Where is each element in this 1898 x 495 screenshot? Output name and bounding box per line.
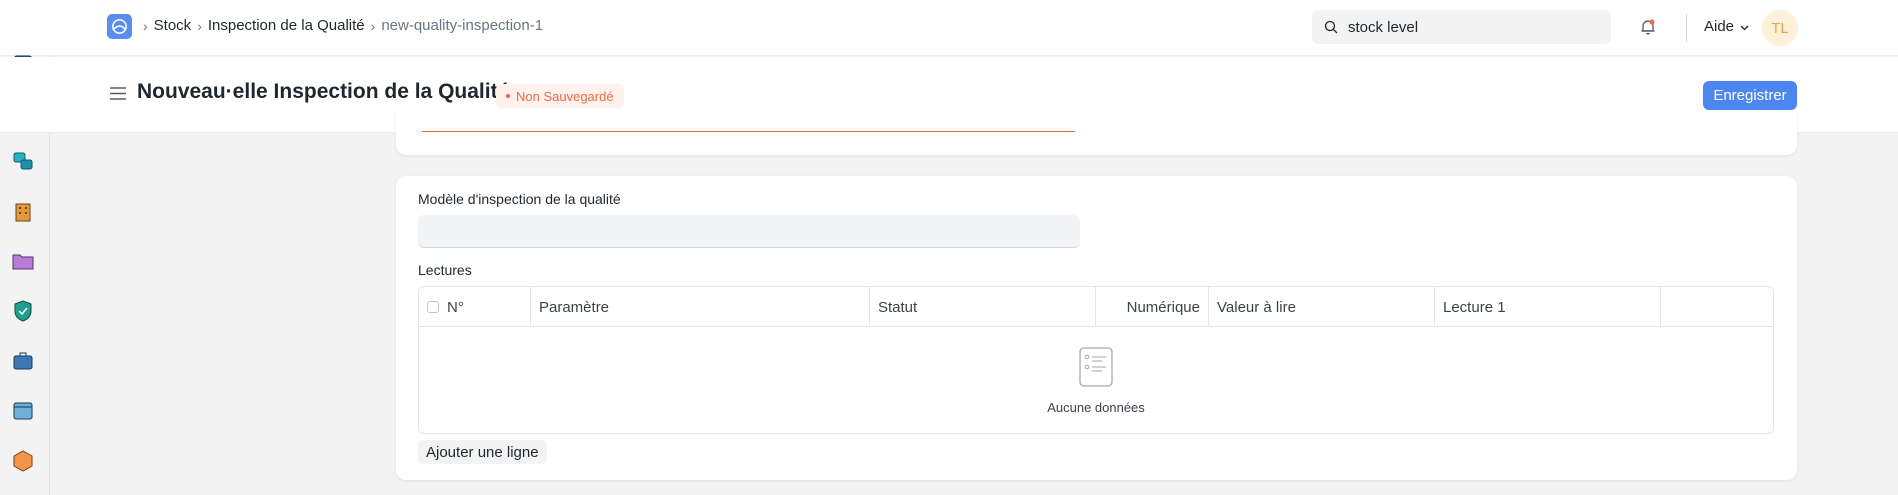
help-label: Aide <box>1704 18 1735 35</box>
briefcase-icon[interactable] <box>12 350 34 372</box>
empty-state: Aucune données <box>419 327 1773 433</box>
building-icon[interactable] <box>12 200 34 222</box>
empty-text: Aucune données <box>1047 400 1145 415</box>
search-icon <box>1324 20 1338 39</box>
save-button[interactable]: Enregistrer <box>1703 81 1797 110</box>
template-input[interactable] <box>418 215 1080 248</box>
shield-icon[interactable] <box>12 300 34 322</box>
breadcrumb: › Stock › Inspection de la Qualité › new… <box>143 17 543 34</box>
page-title: Nouveau·elle Inspection de la Qualité <box>137 80 510 103</box>
col-reading-1: Lecture 1 <box>1435 287 1661 327</box>
shapes-icon[interactable] <box>12 150 34 172</box>
breadcrumb-stock[interactable]: Stock <box>154 17 192 34</box>
app-logo-icon[interactable] <box>107 14 132 39</box>
status-text: Non Sauvegardé <box>516 88 614 104</box>
col-status: Statut <box>870 287 1096 327</box>
notification-bell-icon[interactable] <box>1640 18 1656 41</box>
readings-label: Lectures <box>418 262 472 278</box>
chevron-right-icon: › <box>197 17 202 34</box>
navbar: › Stock › Inspection de la Qualité › new… <box>0 0 1898 56</box>
error-underline <box>422 131 1075 132</box>
chevron-right-icon: › <box>143 17 148 34</box>
breadcrumb-quality-inspection[interactable]: Inspection de la Qualité <box>208 17 365 34</box>
chevron-down-icon <box>1740 18 1749 35</box>
breadcrumb-current: new-quality-inspection-1 <box>381 17 544 34</box>
readings-table: N° Paramètre Statut Numérique Valeur à l… <box>418 286 1774 434</box>
col-actions <box>1661 287 1773 327</box>
help-dropdown[interactable]: Aide <box>1704 18 1749 35</box>
previous-section-card <box>396 110 1797 155</box>
select-all-checkbox[interactable] <box>427 301 439 313</box>
chevron-right-icon: › <box>370 17 376 34</box>
window-icon[interactable] <box>12 400 34 422</box>
search-input[interactable] <box>1348 18 1598 36</box>
search-bar[interactable] <box>1312 10 1611 44</box>
col-number: N° <box>419 287 531 327</box>
add-row-button[interactable]: Ajouter une ligne <box>418 440 547 464</box>
status-dot-icon <box>506 94 510 98</box>
avatar[interactable]: TL <box>1762 10 1798 46</box>
hamburger-menu-icon[interactable] <box>110 87 126 105</box>
col-number-label: N° <box>447 298 464 316</box>
col-numeric: Numérique <box>1096 287 1209 327</box>
status-badge: Non Sauvegardé <box>496 84 624 108</box>
hexagon-icon[interactable] <box>12 450 34 472</box>
folder-icon[interactable] <box>12 250 34 272</box>
navbar-divider <box>1686 14 1687 42</box>
template-label: Modèle d'inspection de la qualité <box>418 191 621 207</box>
readings-section-card: Modèle d'inspection de la qualité Lectur… <box>396 176 1797 480</box>
col-parameter: Paramètre <box>531 287 870 327</box>
col-reading-value: Valeur à lire <box>1209 287 1435 327</box>
empty-list-icon <box>1079 347 1113 390</box>
table-header: N° Paramètre Statut Numérique Valeur à l… <box>419 287 1773 327</box>
